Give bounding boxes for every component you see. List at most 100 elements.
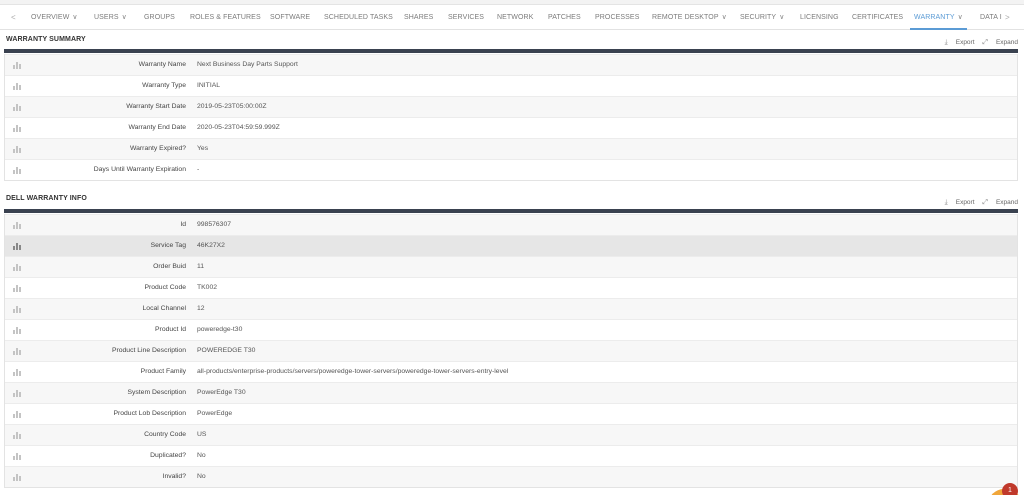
tab-licensing[interactable]: LICENSING xyxy=(800,6,839,30)
tab-overview[interactable]: OVERVIEW ∨ xyxy=(31,6,78,30)
table-row[interactable]: Product Code TK002 xyxy=(5,277,1017,298)
export-button[interactable]: ⤓ Export xyxy=(945,199,975,206)
tab-users[interactable]: USERS ∨ xyxy=(94,6,127,30)
expand-button[interactable]: ⤢ Expand xyxy=(982,39,1018,46)
bar-chart-icon[interactable] xyxy=(13,410,23,418)
row-value: poweredge-t30 xyxy=(197,326,243,333)
bar-chart-icon[interactable] xyxy=(13,61,23,69)
expand-icon: ⤢ xyxy=(982,39,988,46)
tab-certificates[interactable]: CERTIFICATES xyxy=(852,6,903,30)
bar-chart-icon[interactable] xyxy=(13,166,23,174)
bar-chart-icon[interactable] xyxy=(13,452,23,460)
table-row[interactable]: Invalid? No xyxy=(5,466,1017,487)
bar-chart-icon[interactable] xyxy=(13,326,23,334)
tab-processes[interactable]: PROCESSES xyxy=(595,6,639,30)
tab-label: CERTIFICATES xyxy=(852,14,904,21)
tab-label: SERVICES xyxy=(448,14,485,21)
row-value: 2019-05-23T05:00:00Z xyxy=(197,103,267,110)
table-row[interactable]: System Description PowerEdge T30 xyxy=(5,382,1017,403)
bar-chart-icon[interactable] xyxy=(13,124,23,132)
bar-chart-icon[interactable] xyxy=(13,221,23,229)
tab-patches[interactable]: PATCHES xyxy=(548,6,581,30)
bar-chart-icon[interactable] xyxy=(13,103,23,111)
bar-chart-icon[interactable] xyxy=(13,368,23,376)
tab-software[interactable]: SOFTWARE xyxy=(270,6,310,30)
row-value: US xyxy=(197,431,207,438)
row-value: Yes xyxy=(197,145,209,152)
notification-badge[interactable]: 1 xyxy=(1002,483,1018,495)
tab-bar: < OVERVIEW ∨ USERS ∨ GROUPS ROLES & FEATURES S… xyxy=(0,6,1024,30)
table-row[interactable]: Product Family all-products/enterprise-pr… xyxy=(5,361,1017,382)
bar-chart-icon[interactable] xyxy=(13,82,23,90)
bar-chart-icon[interactable] xyxy=(13,263,23,271)
table-row[interactable]: Service Tag 46K27X2 xyxy=(5,235,1017,256)
tab-roles-features[interactable]: ROLES & FEATURES xyxy=(190,6,261,30)
tab-label: GROUPS xyxy=(144,14,175,21)
tab-scroll-right-button[interactable]: > xyxy=(1005,6,1010,30)
chevron-down-icon: ∨ xyxy=(957,14,963,21)
tab-warranty[interactable]: WARRANTY ∨ xyxy=(910,6,967,30)
dell-warranty-info-table: Id 998576307 Service Tag 46K27X2 Order Buid 1… xyxy=(4,214,1018,488)
tab-network[interactable]: NETWORK xyxy=(497,6,533,30)
top-bar xyxy=(0,0,1024,5)
table-row[interactable]: Warranty Start Date 2019-05-23T05:00:00Z xyxy=(5,96,1017,117)
row-label: Product Id xyxy=(155,326,186,333)
table-row[interactable]: Product Lob Description PowerEdge xyxy=(5,403,1017,424)
row-label: Product Lob Description xyxy=(113,410,186,417)
tab-remote-desktop[interactable]: REMOTE DESKTOP ∨ xyxy=(652,6,727,30)
row-label: Warranty Expired? xyxy=(129,145,186,152)
row-value: 2020-05-23T04:59:59.999Z xyxy=(197,124,280,131)
tab-scheduled-tasks[interactable]: SCHEDULED TASKS xyxy=(324,6,393,30)
bar-chart-icon[interactable] xyxy=(13,242,23,250)
table-row[interactable]: Product Line Description POWEREDGE T30 xyxy=(5,340,1017,361)
bar-chart-icon[interactable] xyxy=(13,305,23,313)
tab-label: PATCHES xyxy=(548,14,581,21)
tab-label: SECURITY xyxy=(740,14,777,21)
tab-label: REMOTE DESKTOP xyxy=(652,14,719,21)
table-row[interactable]: Warranty Expired? Yes xyxy=(5,138,1017,159)
bar-chart-icon[interactable] xyxy=(13,431,23,439)
row-value: 12 xyxy=(197,305,205,312)
row-value: 11 xyxy=(197,263,205,270)
row-value: - xyxy=(197,166,200,173)
tab-label: LICENSING xyxy=(800,14,839,21)
row-label: Warranty Type xyxy=(142,82,186,89)
download-icon: ⤓ xyxy=(944,39,948,46)
table-row[interactable]: Order Buid 11 xyxy=(5,256,1017,277)
dell-warranty-info-title: DELL WARRANTY INFO xyxy=(6,195,87,202)
tab-scroll-left-button[interactable]: < xyxy=(11,6,16,30)
bar-chart-icon[interactable] xyxy=(13,145,23,153)
tab-label: NETWORK xyxy=(497,14,534,21)
row-value: Next Business Day Parts Support xyxy=(197,61,298,68)
row-label: Order Buid xyxy=(153,263,186,270)
table-row[interactable]: Country Code US xyxy=(5,424,1017,445)
tab-security[interactable]: SECURITY ∨ xyxy=(740,6,784,30)
chevron-down-icon: ∨ xyxy=(121,14,127,21)
row-label: Duplicated? xyxy=(150,452,186,459)
section-divider xyxy=(4,209,1018,213)
bar-chart-icon[interactable] xyxy=(13,389,23,397)
table-row[interactable]: Warranty End Date 2020-05-23T04:59:59.999… xyxy=(5,117,1017,138)
tab-data-i[interactable]: DATA I xyxy=(980,6,1002,30)
table-row[interactable]: Local Channel 12 xyxy=(5,298,1017,319)
tab-label: DATA I xyxy=(980,14,1002,21)
tab-groups[interactable]: GROUPS xyxy=(144,6,175,30)
expand-icon: ⤢ xyxy=(982,199,988,206)
bar-chart-icon[interactable] xyxy=(13,284,23,292)
tab-shares[interactable]: SHARES xyxy=(404,6,433,30)
export-button[interactable]: ⤓ Export xyxy=(945,39,975,46)
row-label: Service Tag xyxy=(150,242,186,249)
table-row[interactable]: Warranty Name Next Business Day Parts Sup… xyxy=(5,54,1017,75)
row-value: INITIAL xyxy=(197,82,221,89)
expand-button[interactable]: ⤢ Expand xyxy=(982,199,1018,206)
table-row[interactable]: Days Until Warranty Expiration - xyxy=(5,159,1017,180)
row-label: Warranty End Date xyxy=(128,124,186,131)
table-row[interactable]: Product Id poweredge-t30 xyxy=(5,319,1017,340)
table-row[interactable]: Duplicated? No xyxy=(5,445,1017,466)
table-row[interactable]: Warranty Type INITIAL xyxy=(5,75,1017,96)
row-label: Product Line Description xyxy=(111,347,186,354)
tab-services[interactable]: SERVICES xyxy=(448,6,484,30)
table-row[interactable]: Id 998576307 xyxy=(5,214,1017,235)
bar-chart-icon[interactable] xyxy=(13,347,23,355)
bar-chart-icon[interactable] xyxy=(13,473,23,481)
